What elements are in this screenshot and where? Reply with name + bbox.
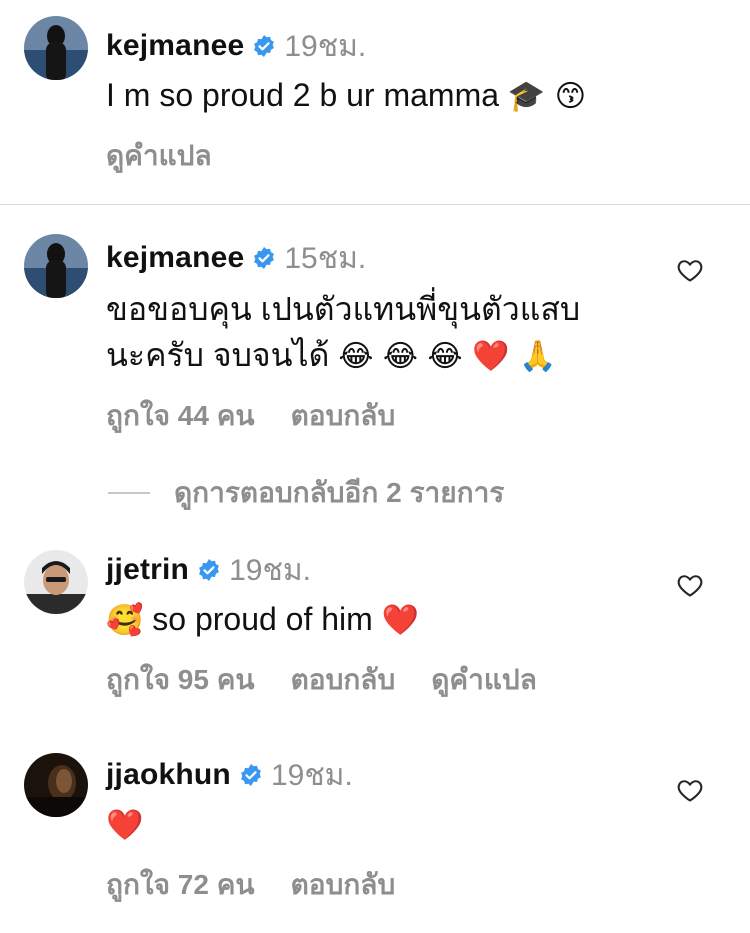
comment-text-body: so proud of him xyxy=(152,601,373,637)
username[interactable]: jjetrin xyxy=(106,553,189,587)
reply-thread-line xyxy=(108,492,150,494)
heart-outline-icon[interactable] xyxy=(676,571,704,599)
comment-emoji: 😂 😂 😂 ❤️ 🙏 xyxy=(338,339,557,374)
avatar[interactable] xyxy=(24,16,88,80)
comment-emoji-lead: 🥰 xyxy=(106,603,144,638)
timestamp: 19ชม. xyxy=(270,758,353,792)
comment-emoji: ❤️ xyxy=(106,808,144,843)
heart-outline-icon[interactable] xyxy=(676,256,704,284)
reply-button[interactable]: ตอบกลับ xyxy=(291,394,396,438)
timestamp: 15ชม. xyxy=(284,241,367,275)
likes-count[interactable]: ถูกใจ 72 คน xyxy=(106,863,255,907)
avatar[interactable] xyxy=(24,753,88,817)
timestamp: 19ชม. xyxy=(229,553,311,587)
likes-count[interactable]: ถูกใจ 44 คน xyxy=(106,394,255,438)
likes-count[interactable]: ถูกใจ 95 คน xyxy=(106,658,255,702)
comment-text: ❤️ xyxy=(106,801,680,849)
comment-text-line-2: นะครับ จบจนได้ xyxy=(106,337,330,373)
reply-button[interactable]: ตอบกลับ xyxy=(291,658,396,702)
view-more-replies-label: ดูการตอบกลับอีก 2 รายการ xyxy=(174,477,505,508)
timestamp: 19ชม. xyxy=(284,29,367,63)
avatar[interactable] xyxy=(24,234,88,298)
comment-text: ขอขอบคุน เปนตัวแทนพี่ขุนตัวแสบ นะครับ จบ… xyxy=(106,286,680,380)
view-more-replies-button[interactable]: ดูการตอบกลับอีก 2 รายการ xyxy=(108,471,504,515)
see-translation-link[interactable]: ดูคำแปล xyxy=(106,134,212,178)
username[interactable]: kejmanee xyxy=(106,241,244,275)
verified-badge-icon xyxy=(199,559,219,581)
username[interactable]: jjaokhun xyxy=(106,758,231,792)
heart-outline-icon[interactable] xyxy=(676,776,704,804)
comment-text: I m so proud 2 b ur mamma 🎓 😙 xyxy=(106,72,680,120)
comment-emoji: 🎓 😙 xyxy=(507,79,587,114)
divider xyxy=(0,204,750,205)
avatar[interactable] xyxy=(24,550,88,614)
comment-text-body: I m so proud 2 b ur mamma xyxy=(106,77,500,113)
verified-badge-icon xyxy=(241,764,261,786)
username[interactable]: kejmanee xyxy=(106,29,244,63)
reply-button[interactable]: ตอบกลับ xyxy=(291,863,396,907)
comment-text: 🥰 so proud of him ❤️ xyxy=(106,596,680,644)
comment-text-line-1: ขอขอบคุน เปนตัวแทนพี่ขุนตัวแสบ xyxy=(106,291,581,327)
see-translation-link[interactable]: ดูคำแปล xyxy=(431,658,537,702)
verified-badge-icon xyxy=(254,35,275,57)
verified-badge-icon xyxy=(254,247,275,269)
comment-emoji: ❤️ xyxy=(381,603,420,638)
